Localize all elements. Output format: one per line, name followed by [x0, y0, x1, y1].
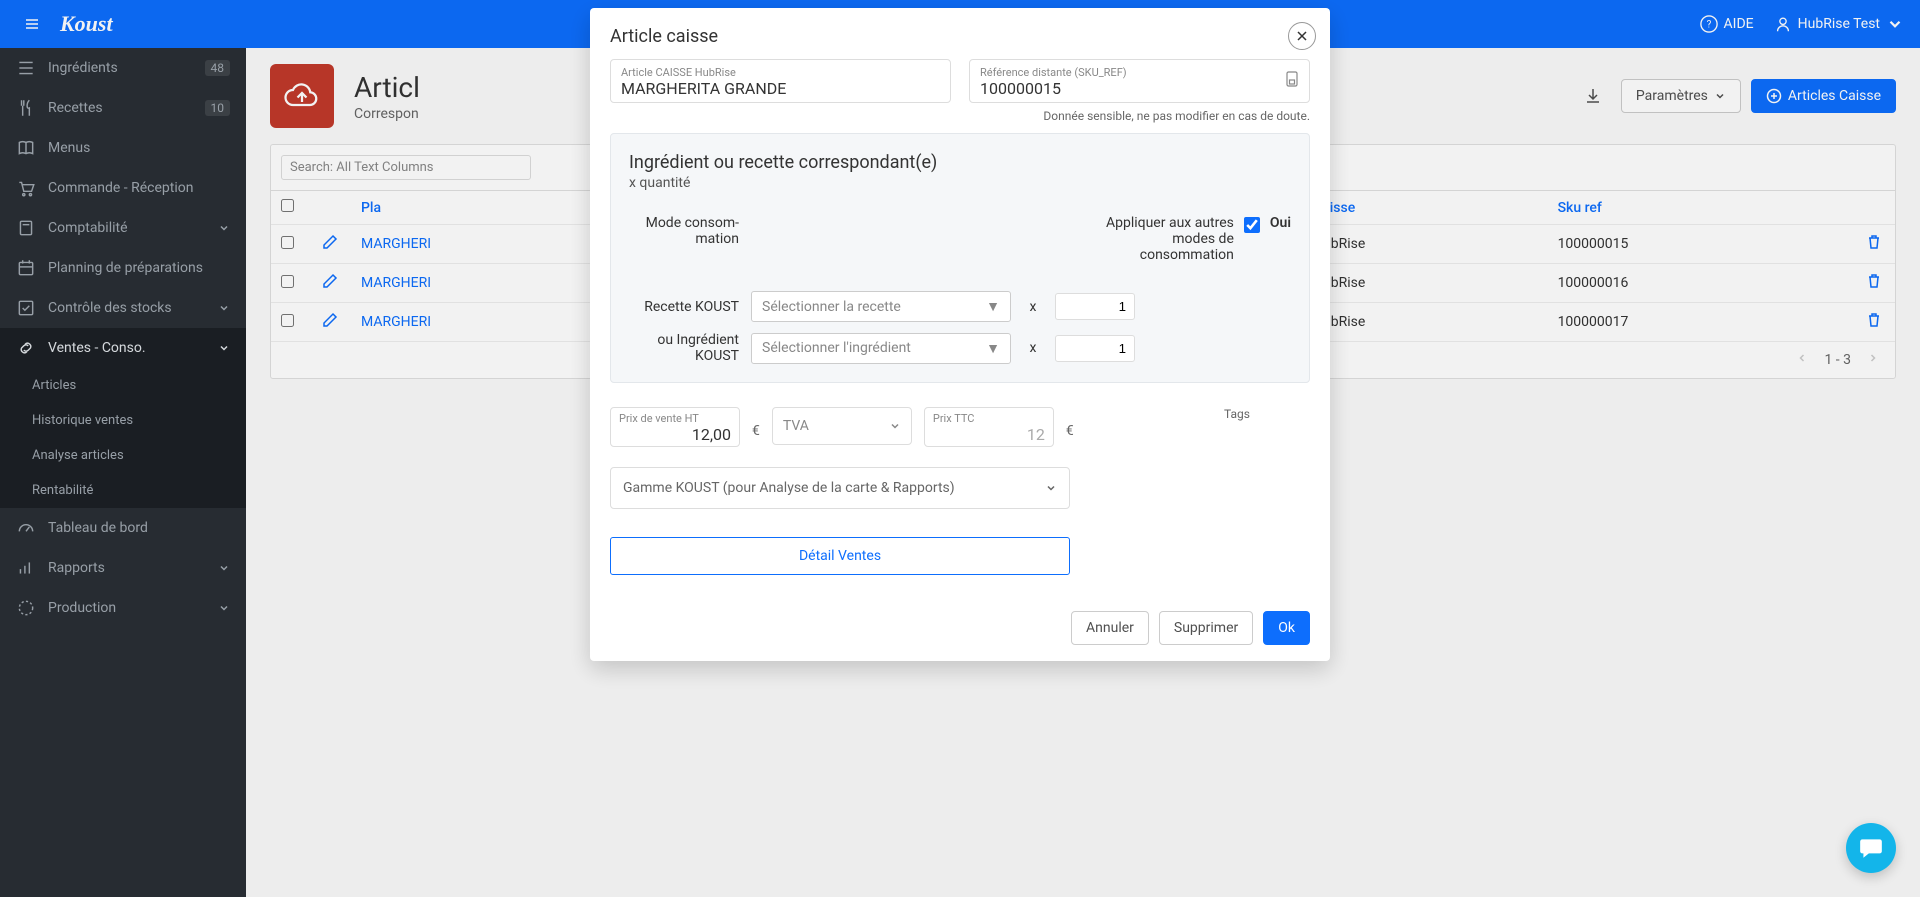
- multiply-symbol: x: [1023, 299, 1043, 315]
- recette-label: Recette KOUST: [629, 299, 739, 315]
- currency-symbol: €: [1066, 423, 1074, 447]
- cancel-label: Annuler: [1086, 620, 1134, 636]
- panel-title: Ingrédient ou recette correspondant(e): [629, 152, 1291, 173]
- mode-label: Mode consom-mation: [629, 215, 739, 247]
- ok-button[interactable]: Ok: [1263, 611, 1310, 645]
- detail-label: Détail Ventes: [799, 548, 881, 564]
- panel-subtitle: x quantité: [629, 175, 1291, 191]
- cancel-button[interactable]: Annuler: [1071, 611, 1149, 645]
- recette-qty-input[interactable]: [1055, 293, 1135, 320]
- apply-modes-checkbox[interactable]: [1244, 217, 1260, 233]
- correspondance-panel: Ingrédient ou recette correspondant(e) x…: [610, 133, 1310, 383]
- chevron-down-icon: [1045, 482, 1057, 494]
- close-icon: [1296, 30, 1308, 42]
- recette-placeholder: Sélectionner la recette: [762, 299, 901, 315]
- article-name-field[interactable]: Article CAISSE HubRise MARGHERITA GRANDE: [610, 59, 951, 103]
- tags-label: Tags: [1224, 407, 1310, 421]
- gamme-select[interactable]: Gamme KOUST (pour Analyse de la carte & …: [610, 467, 1070, 509]
- field-value: 12: [933, 425, 1045, 444]
- price-ht-field[interactable]: Prix de vente HT 12,00: [610, 407, 740, 447]
- sku-hint: Donnée sensible, ne pas modifier en cas …: [960, 109, 1310, 123]
- chat-icon: [1858, 835, 1884, 861]
- sku-ref-field[interactable]: Référence distante (SKU_REF) 100000015: [969, 59, 1310, 103]
- modal-close-button[interactable]: [1288, 22, 1316, 50]
- modal: Article caisse Article CAISSE HubRise MA…: [590, 8, 1330, 661]
- delete-button[interactable]: Supprimer: [1159, 611, 1253, 645]
- chevron-down-icon: [889, 420, 901, 432]
- tva-label: TVA: [783, 418, 809, 434]
- ingredient-select[interactable]: Sélectionner l'ingrédient ▼: [751, 333, 1011, 364]
- apply-yes-label: Oui: [1270, 215, 1291, 231]
- detail-ventes-button[interactable]: Détail Ventes: [610, 537, 1070, 575]
- multiply-symbol: x: [1023, 340, 1043, 356]
- ingredient-qty-input[interactable]: [1055, 335, 1135, 362]
- ingredient-placeholder: Sélectionner l'ingrédient: [762, 340, 911, 356]
- ok-label: Ok: [1278, 620, 1295, 636]
- modal-title: Article caisse: [610, 26, 718, 47]
- field-value: 100000015: [980, 79, 1299, 98]
- sim-card-icon: [1285, 71, 1299, 91]
- field-label: Prix TTC: [933, 412, 1045, 425]
- apply-label: Appliquer aux autres modes de consommati…: [1104, 215, 1234, 263]
- tva-select[interactable]: TVA: [772, 407, 912, 445]
- currency-symbol: €: [752, 423, 760, 447]
- field-value: 12,00: [619, 425, 731, 444]
- recette-select[interactable]: Sélectionner la recette ▼: [751, 291, 1011, 322]
- field-label: Référence distante (SKU_REF): [980, 66, 1299, 79]
- chat-widget-button[interactable]: [1846, 823, 1896, 873]
- ingredient-label: ou Ingrédient KOUST: [629, 332, 739, 364]
- field-label: Article CAISSE HubRise: [621, 66, 940, 79]
- delete-label: Supprimer: [1174, 620, 1238, 636]
- modal-backdrop[interactable]: Article caisse Article CAISSE HubRise MA…: [0, 0, 1920, 897]
- gamme-label: Gamme KOUST (pour Analyse de la carte & …: [623, 480, 955, 496]
- price-ttc-field: Prix TTC 12: [924, 407, 1054, 447]
- field-label: Prix de vente HT: [619, 412, 731, 425]
- field-value: MARGHERITA GRANDE: [621, 79, 940, 98]
